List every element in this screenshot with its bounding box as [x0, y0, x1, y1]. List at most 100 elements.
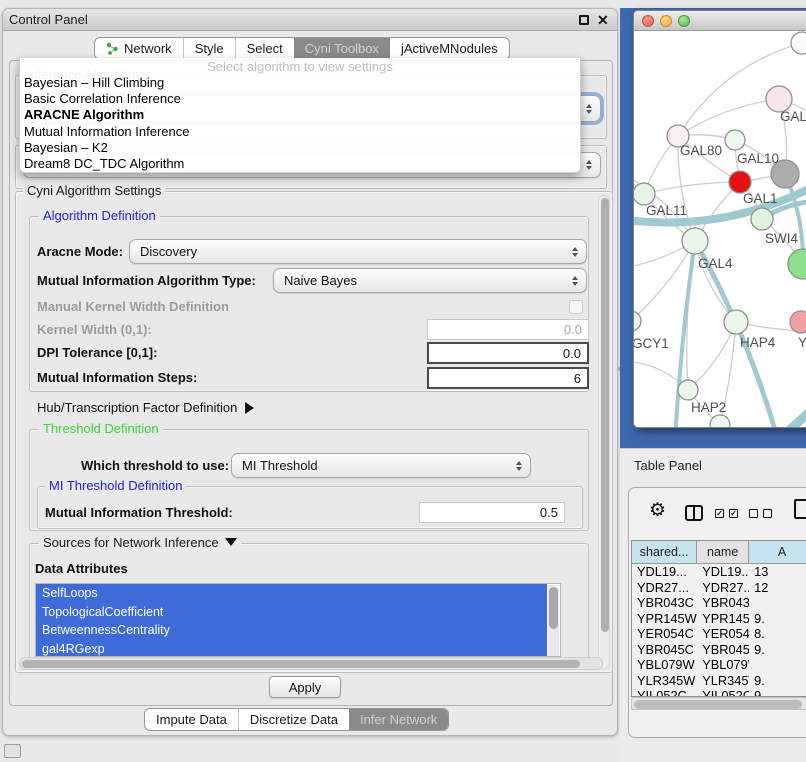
- settings-horizontal-scrollbar[interactable]: [19, 657, 603, 670]
- tab-impute-data[interactable]: Impute Data: [145, 709, 238, 730]
- network-node-gcy1[interactable]: [634, 311, 641, 331]
- spinner-icon: [516, 461, 522, 471]
- table-cell: YBR045C: [697, 642, 749, 658]
- table-horizontal-scrollbar[interactable]: [631, 697, 806, 710]
- split-view-icon[interactable]: [685, 505, 703, 521]
- aracne-mode-combo[interactable]: Discovery: [129, 239, 587, 264]
- table-row[interactable]: YER054CYER054C8.: [632, 626, 806, 642]
- tab-network[interactable]: Network: [95, 38, 183, 59]
- network-node[interactable]: [725, 130, 745, 150]
- table-row[interactable]: YBR045CYBR045C9.: [632, 642, 806, 658]
- table-cell: YDL19...: [697, 564, 749, 580]
- table-cell: YLR345W: [632, 673, 697, 689]
- tab-cyni-toolbox[interactable]: Cyni Toolbox: [294, 38, 390, 59]
- control-panel-titlebar[interactable]: Control Panel ✕: [3, 9, 617, 31]
- table-cell: YLR345W: [697, 673, 749, 689]
- document-icon[interactable]: [794, 499, 806, 519]
- table-cell: YBR045C: [632, 642, 697, 658]
- table-row[interactable]: YPR145WYPR145W9.: [632, 611, 806, 627]
- table-cell: 9.: [749, 611, 806, 627]
- mi-steps-field[interactable]: 6: [427, 367, 589, 389]
- network-edge[interactable]: [678, 99, 779, 136]
- which-threshold-combo[interactable]: MI Threshold: [231, 453, 531, 478]
- manual-kernel-checkbox[interactable]: [569, 300, 583, 314]
- network-window-titlebar[interactable]: [634, 11, 806, 31]
- sources-group-title[interactable]: Sources for Network Inference: [39, 536, 241, 550]
- table-row[interactable]: YDL19...YDL19...13: [632, 564, 806, 580]
- node-label: Y: [798, 335, 806, 350]
- apply-button[interactable]: Apply: [269, 676, 341, 698]
- mi-threshold-field[interactable]: 0.5: [419, 502, 565, 523]
- close-icon[interactable]: ✕: [597, 10, 609, 30]
- settings-gear-icon[interactable]: ⚙: [649, 500, 666, 522]
- network-node-gal1[interactable]: [729, 171, 751, 193]
- tab-discretize-data[interactable]: Discretize Data: [238, 709, 349, 730]
- select-all-checkbox-icon[interactable]: ✓: [715, 509, 724, 518]
- tab-jactivemnodules[interactable]: jActiveMNodules: [390, 38, 509, 59]
- network-node-swi4[interactable]: [751, 208, 773, 230]
- close-traffic-light-icon[interactable]: [642, 15, 654, 27]
- node-table: shared...nameA YDL19...YDL19...13YDR27..…: [631, 540, 806, 697]
- network-node-gal4[interactable]: [682, 228, 708, 254]
- tab-style[interactable]: Style: [183, 38, 235, 59]
- algorithm-option[interactable]: Bayesian – K2: [20, 140, 580, 156]
- minimized-panel-icon[interactable]: [4, 744, 21, 758]
- network-edge[interactable]: [644, 182, 740, 194]
- table-cell: YIL052C: [632, 688, 697, 697]
- minimize-traffic-light-icon[interactable]: [660, 15, 672, 27]
- column-header[interactable]: name: [697, 541, 749, 564]
- network-icon: [106, 42, 119, 55]
- network-node[interactable]: [791, 32, 806, 54]
- network-node-gal11[interactable]: [634, 183, 655, 205]
- deselect-checkbox-icon[interactable]: [763, 509, 772, 518]
- data-attributes-list[interactable]: SelfLoopsTopologicalCoefficientBetweenne…: [35, 583, 561, 657]
- table-cell: YBL079W: [632, 657, 697, 673]
- network-node-hap2[interactable]: [678, 380, 698, 400]
- algorithm-definition-title: Algorithm Definition: [39, 209, 160, 223]
- table-row[interactable]: YDR27...YDR27...12: [632, 580, 806, 596]
- attributes-list-scrollbar[interactable]: [548, 585, 559, 656]
- tab-select[interactable]: Select: [235, 38, 294, 59]
- algorithm-option[interactable]: Mutual Information Inference: [20, 124, 580, 140]
- table-panel-title: Table Panel: [634, 458, 702, 473]
- algorithm-option[interactable]: Bayesian – Hill Climbing: [20, 75, 580, 91]
- which-threshold-label: Which threshold to use:: [81, 453, 229, 478]
- algorithm-option[interactable]: Dream8 DC_TDC Algorithm: [20, 156, 580, 172]
- network-node[interactable]: [710, 415, 730, 428]
- zoom-traffic-light-icon[interactable]: [678, 15, 690, 27]
- column-header[interactable]: shared...: [632, 541, 697, 564]
- algorithm-option[interactable]: ARACNE Algorithm: [20, 107, 580, 123]
- mi-type-combo[interactable]: Naive Bayes: [273, 268, 587, 293]
- table-body: YDL19...YDL19...13YDR27...YDR27...12YBR0…: [632, 564, 806, 697]
- network-node[interactable]: [788, 249, 806, 279]
- bottom-tabbar: Impute Data Discretize Data Infer Networ…: [144, 708, 449, 731]
- attribute-list-item[interactable]: BetweennessCentrality: [36, 621, 547, 640]
- float-window-icon[interactable]: [579, 15, 589, 25]
- node-label: SWI4: [765, 231, 798, 246]
- network-node-hap4[interactable]: [724, 310, 748, 334]
- attribute-list-item[interactable]: SelfLoops: [36, 584, 547, 603]
- table-row[interactable]: YBL079WYBL079W: [632, 657, 806, 673]
- table-row[interactable]: YLR345WYLR345W9.: [632, 673, 806, 689]
- dpi-tolerance-field[interactable]: 0.0: [427, 342, 589, 364]
- settings-vertical-scrollbar[interactable]: [598, 195, 610, 669]
- table-cell: [749, 657, 806, 673]
- table-cell: YDR27...: [632, 580, 697, 596]
- table-row[interactable]: YBR043CYBR043C: [632, 595, 806, 611]
- tab-infer-network[interactable]: Infer Network: [349, 709, 448, 730]
- column-header[interactable]: A: [749, 541, 806, 564]
- network-edge-thick[interactable]: [748, 399, 806, 428]
- algorithm-option[interactable]: Basic Correlation Inference: [20, 91, 580, 107]
- select-all-checkbox-icon[interactable]: ✓: [729, 509, 738, 518]
- network-canvas[interactable]: GALGAL80GAL10GAL1GAL11SWI4GAL4GCY1HAP4YH…: [634, 31, 806, 428]
- kernel-width-field[interactable]: 0.0: [427, 319, 589, 340]
- hub-definition-toggle[interactable]: Hub/Transcription Factor Definition: [37, 399, 254, 417]
- spinner-icon: [572, 276, 578, 286]
- attribute-list-item[interactable]: TopologicalCoefficient: [36, 603, 547, 622]
- table-row[interactable]: YIL052CYIL052C9.: [632, 688, 806, 697]
- attribute-list-item[interactable]: gal4RGexp: [36, 640, 547, 658]
- control-panel-window: Control Panel ✕ Network Style Select Cyn…: [2, 8, 618, 736]
- deselect-checkbox-icon[interactable]: [749, 509, 758, 518]
- network-view-window[interactable]: GALGAL80GAL10GAL1GAL11SWI4GAL4GCY1HAP4YH…: [633, 10, 806, 428]
- network-node-y[interactable]: [790, 311, 806, 333]
